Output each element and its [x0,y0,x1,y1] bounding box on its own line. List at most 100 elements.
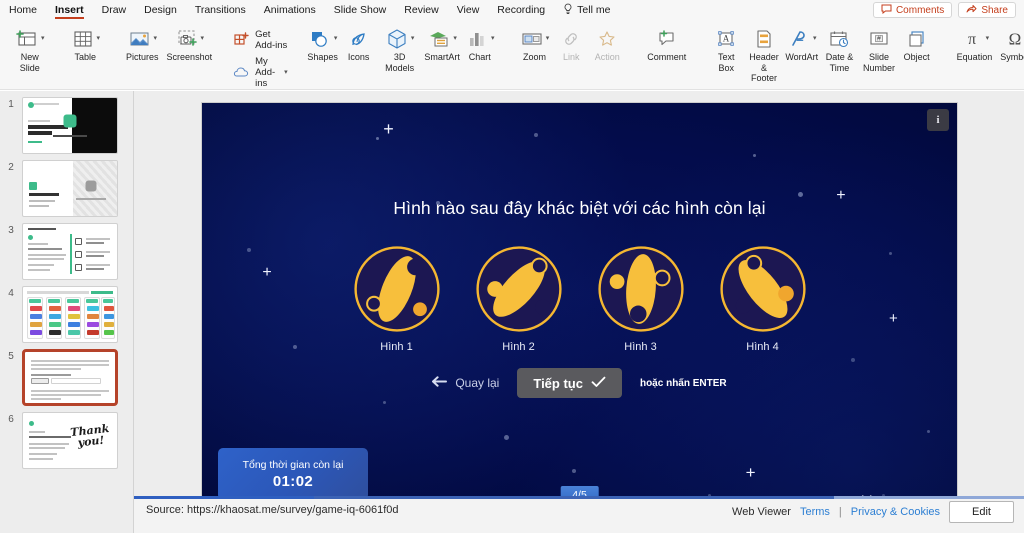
smartart-caret-icon[interactable]: ▾ [451,26,457,52]
3d-models-button[interactable]: ▾ 3D Models [377,23,423,73]
symbol-button[interactable]: Ω Symbol [996,23,1024,63]
answer-option-1[interactable]: Hình 1 [351,243,443,353]
table-button[interactable]: ▾ Table [67,23,105,63]
pictures-button[interactable]: ▾ Pictures [122,23,163,63]
table-caret-icon[interactable]: ▾ [95,26,101,52]
thumb4-column [101,297,115,339]
smartart-button[interactable]: ▾ SmartArt [423,23,462,63]
comment-button[interactable]: Comment [643,23,690,63]
menu-item-draw[interactable]: Draw [93,0,136,20]
screenshot-button[interactable]: ▾ Screenshot [163,23,217,63]
object-icon [905,26,929,52]
chart-button[interactable]: ▾ Chart [462,23,498,63]
icons-button[interactable]: Icons [341,23,377,63]
star [375,137,379,140]
new-slide-button[interactable]: ▾ New Slide [11,23,49,73]
menu-item-animations[interactable]: Animations [255,0,325,20]
thumbnail-slide-2[interactable] [22,160,118,217]
text-box-icon: A [714,26,738,52]
slide-editor-area: + + + + + i Hình nào sau đây khác biệt v… [134,91,1024,533]
get-addins-label: Get Add-ins [255,29,288,51]
thank-you-line2: you! [77,433,105,450]
thumb1-brand-mark [63,114,77,128]
text-box-button[interactable]: A Text Box [708,23,744,73]
menu-item-design[interactable]: Design [135,0,186,20]
thumb2-badge [29,182,37,190]
thumb3-text [28,264,54,266]
thumbnail-row-1[interactable]: 1 [0,91,134,154]
equation-caret-icon[interactable]: ▾ [984,26,990,52]
my-addins-caret-icon[interactable]: ▾ [282,67,288,79]
screenshot-caret-icon[interactable]: ▾ [199,26,205,52]
thumbnail-row-5[interactable]: 5 [0,343,134,406]
thumbnail-slide-1[interactable] [22,97,118,154]
shapes-button[interactable]: ▾ Shapes [305,23,341,63]
tell-me-box[interactable]: Tell me [554,3,619,18]
menu-item-slide-show[interactable]: Slide Show [325,0,396,20]
thumb4-logo [68,330,80,335]
continue-button[interactable]: Tiếp tục [517,368,622,398]
slide-number-label: Slide Number [862,52,895,73]
navigation-row: Quay lại Tiếp tục hoặc nhấn ENTER [202,368,957,398]
thumb3-right-text [86,242,104,244]
answer-option-1-label: Hình 1 [380,341,413,353]
star [534,132,539,137]
thumbnail-row-2[interactable]: 2 [0,154,134,217]
menu-item-transitions[interactable]: Transitions [186,0,255,20]
thumbnail-slide-6[interactable]: Thank you! [22,412,118,469]
comments-button[interactable]: Comments [872,2,953,18]
thumbnail-row-6[interactable]: 6 Thank you! [0,406,134,469]
back-button[interactable]: Quay lại [432,376,499,390]
menu-item-recording[interactable]: Recording [488,0,554,20]
thumb4-col-header [48,299,60,303]
slide-thumbnail-pane[interactable]: 1 2 3 4 5 6 Thank you! [0,91,134,533]
thumbnail-row-4[interactable]: 4 [0,280,134,343]
header-footer-button[interactable]: Header & Footer [744,23,783,84]
status-accent-bar [134,496,1024,499]
thumbnail-row-3[interactable]: 3 [0,217,134,280]
wordart-caret-icon[interactable]: ▾ [811,26,817,52]
wordart-button[interactable]: ▾ WordArt [784,23,820,63]
thumb4-column [27,297,43,339]
answer-option-3[interactable]: Hình 3 [595,243,687,353]
answer-option-4[interactable]: Hình 4 [717,243,809,353]
equation-button[interactable]: π ▾ Equation [953,23,997,63]
current-slide[interactable]: + + + + + i Hình nào sau đây khác biệt v… [202,103,957,528]
svg-text:A: A [723,34,730,44]
edit-button[interactable]: Edit [949,501,1014,523]
get-addins-button[interactable]: Get Add-ins [233,29,288,51]
terms-link[interactable]: Terms [800,506,830,518]
object-button[interactable]: Object [899,23,935,63]
zoom-button[interactable]: ▾ Zoom [516,23,554,63]
menu-item-home[interactable]: Home [0,0,46,20]
thumbnail-slide-3[interactable] [22,223,118,280]
menu-item-view[interactable]: View [448,0,489,20]
info-button[interactable]: i [927,109,949,131]
menu-item-review[interactable]: Review [395,0,447,20]
thumb3-text [28,248,62,250]
share-button[interactable]: Share [958,2,1016,18]
zoom-caret-icon[interactable]: ▾ [544,26,550,52]
slide-number-button[interactable]: # Slide Number [859,23,898,73]
thumbnail-slide-5[interactable] [22,349,118,406]
new-slide-caret-icon[interactable]: ▾ [39,26,45,52]
thumb4-col-header [67,299,79,303]
thumb4-logo [68,306,80,311]
menu-item-insert[interactable]: Insert [46,0,93,20]
3d-models-caret-icon[interactable]: ▾ [409,26,415,52]
my-addins-button[interactable]: My Add-ins ▾ [233,56,288,89]
pictures-caret-icon[interactable]: ▾ [152,26,158,52]
privacy-cookies-link[interactable]: Privacy & Cookies [851,506,940,518]
shapes-caret-icon[interactable]: ▾ [332,26,338,52]
date-time-button[interactable]: Date & Time [820,23,859,73]
thumb3-right-text [86,268,104,270]
chart-caret-icon[interactable]: ▾ [489,26,495,52]
table-label: Table [74,52,97,62]
zoom-icon [520,26,544,52]
thumb5-browse-button [31,378,49,384]
plus-sparkle-icon: + [745,463,756,483]
answer-option-2[interactable]: Hình 2 [473,243,565,353]
thumb5-text [31,398,61,400]
thumbnail-slide-4[interactable] [22,286,118,343]
thumb3-text [28,269,50,271]
